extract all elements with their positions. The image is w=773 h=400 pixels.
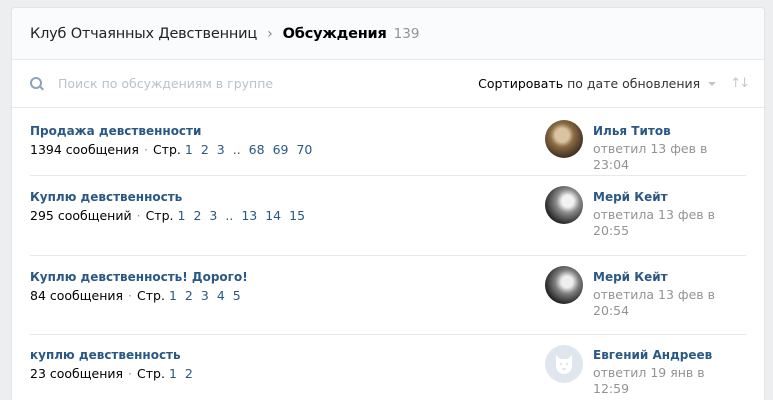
topic-title-link[interactable]: Куплю девственность [30,190,182,204]
page-link[interactable]: 2 [185,366,193,381]
page-link[interactable]: 1 [178,208,186,223]
discussions-card: Клуб Отчаянных Девственниц › Обсуждения … [12,8,764,400]
pages-label: Стр. [152,142,181,157]
breadcrumb: Клуб Отчаянных Девственниц › Обсуждения … [12,8,764,60]
page-link[interactable]: 3 [209,208,217,223]
message-count: 84 сообщения [30,288,124,303]
page-title: Обсуждения [282,25,387,42]
page-link[interactable]: 2 [201,142,209,157]
pages-label: Стр. [137,366,165,381]
page-link[interactable]: 68 [249,142,265,157]
pages-label: Стр. [137,288,165,303]
last-author-link[interactable]: Илья Титов [593,124,671,138]
last-reply-time[interactable]: ответил 13 фев в 23:04 [593,141,743,173]
page-link[interactable]: 3 [217,142,225,157]
sort-dropdown[interactable]: по дате обновления [567,76,700,91]
page-link[interactable]: 70 [296,142,312,157]
message-count: 1394 сообщения [30,142,139,157]
topic-title-link[interactable]: куплю девственность [30,348,181,362]
page-link[interactable]: 2 [193,208,201,223]
sort-direction-icon[interactable]: ↑↓ [730,76,750,91]
last-author-link[interactable]: Мерй Кейт [593,190,668,204]
page-link[interactable]: 1 [185,142,193,157]
last-reply-time[interactable]: ответила 13 фев в 20:55 [593,207,743,239]
default-dog-avatar-icon [556,355,572,374]
topic-title-link[interactable]: Куплю девственность! Дорого! [30,270,248,284]
avatar[interactable] [545,345,583,383]
page-link[interactable]: 69 [273,142,289,157]
page-link[interactable]: 13 [241,208,257,223]
page-link[interactable]: 5 [233,288,241,303]
topic-row[interactable]: Продажа девственности 1394 сообщения · Стр… [30,109,746,176]
toolbar: Сортировать по дате обновления ↑↓ [12,60,764,108]
chevron-down-icon[interactable] [708,81,717,86]
sort-control[interactable]: Сортировать по дате обновления ↑↓ [478,76,750,91]
page-link[interactable]: 2 [185,288,193,303]
last-reply-time[interactable]: ответил 19 янв в 12:59 [593,365,743,397]
search-icon [30,76,44,91]
topic-title-link[interactable]: Продажа девственности [30,124,201,138]
topic-meta: 295 сообщений · Стр. 1 2 3.. 13 14 15 [30,208,313,223]
meta-separator: · [136,208,141,223]
page-link[interactable]: 3 [201,288,209,303]
meta-separator: · [143,142,148,157]
pages-label: Стр. [145,208,174,223]
sort-label: Сортировать [478,76,564,91]
page-ellipsis: .. [232,142,241,157]
page-ellipsis: .. [225,208,234,223]
topic-meta: 1394 сообщения · Стр. 1 2 3.. 68 69 70 [30,142,320,157]
last-author-link[interactable]: Евгений Андреев [593,348,712,362]
avatar[interactable] [545,120,583,158]
message-count: 295 сообщений [30,208,132,223]
meta-separator: · [128,288,133,303]
topic-meta: 23 сообщения · Стр. 1 2 [30,366,201,381]
topic-count: 139 [393,25,420,42]
search-input[interactable] [58,76,418,91]
meta-separator: · [128,366,133,381]
page-link[interactable]: 1 [169,288,177,303]
topic-row[interactable]: Куплю девственность! Дорого! 84 сообщени… [30,256,746,335]
page-link[interactable]: 15 [289,208,305,223]
page-link[interactable]: 14 [265,208,281,223]
message-count: 23 сообщения [30,366,124,381]
topic-row[interactable]: Куплю девственность 295 сообщений · Стр. 1 2… [30,176,746,256]
page-link[interactable]: 4 [217,288,225,303]
topic-row[interactable]: куплю девственность 23 сообщения · Стр. 1 2 … [30,335,746,400]
breadcrumb-group-link[interactable]: Клуб Отчаянных Девственниц [30,26,257,42]
avatar[interactable] [545,266,583,304]
breadcrumb-separator: › [267,25,273,42]
page-link[interactable]: 1 [169,366,177,381]
avatar[interactable] [545,186,583,224]
topic-meta: 84 сообщения · Стр. 1 2 3 4 5 [30,288,249,303]
last-reply-time[interactable]: ответила 13 фев в 20:54 [593,287,743,319]
last-author-link[interactable]: Мерй Кейт [593,270,668,284]
